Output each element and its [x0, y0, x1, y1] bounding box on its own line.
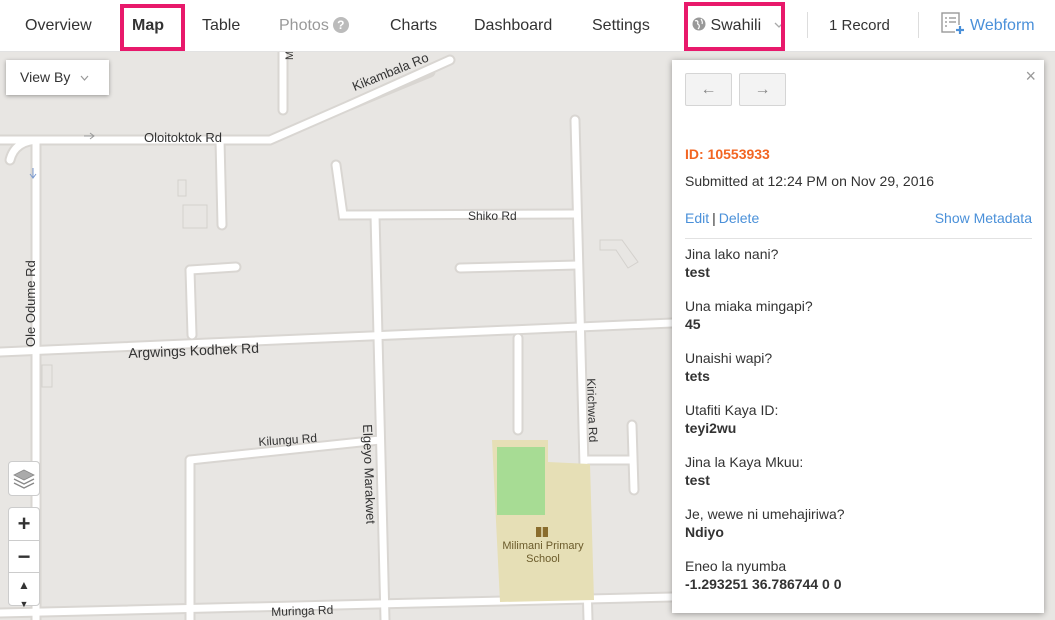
record-field: Jina lako nani? test: [685, 245, 1030, 297]
tab-charts[interactable]: Charts: [390, 0, 437, 51]
top-navigation: Overview Map Table Photos? Charts Dashbo…: [0, 0, 1055, 52]
view-by-label: View By: [20, 69, 71, 85]
field-value: test: [685, 264, 710, 280]
field-label: Utafiti Kaya ID:: [685, 402, 779, 418]
divider: [685, 238, 1032, 239]
zoom-in-button[interactable]: +: [8, 507, 40, 541]
field-value: test: [685, 472, 710, 488]
language-highlight: [684, 2, 785, 51]
record-field: Jina la Kaya Mkuu: test: [685, 453, 1030, 505]
show-metadata-link[interactable]: Show Metadata: [935, 210, 1032, 226]
record-field: Utafiti Kaya ID: teyi2wu: [685, 401, 1030, 453]
record-actions: Edit | Delete: [685, 210, 759, 226]
record-id: ID: 10553933: [685, 146, 770, 162]
record-field: Eneo la nyumba -1.293251 36.786744 0 0: [685, 557, 1030, 609]
webform-label: Webform: [970, 17, 1035, 34]
compass-button[interactable]: ▲ ▼: [8, 572, 40, 609]
record-field: Je, wewe ni umehajiriwa? Ndiyo: [685, 505, 1030, 557]
tab-photos-label: Photos: [279, 17, 329, 34]
edit-link[interactable]: Edit: [685, 210, 709, 226]
tab-settings[interactable]: Settings: [592, 0, 650, 51]
record-field: Unaishi wapi? tets: [685, 349, 1030, 401]
layers-button[interactable]: [8, 461, 40, 496]
field-label: Unaishi wapi?: [685, 350, 773, 366]
record-field: Una miaka mingapi? 45: [685, 297, 1030, 349]
next-record-button[interactable]: →: [739, 73, 786, 106]
arrow-left-icon: ←: [700, 81, 717, 98]
webform-link[interactable]: Webform: [941, 0, 1035, 51]
field-label: Je, wewe ni umehajiriwa?: [685, 506, 845, 522]
tab-photos[interactable]: Photos?: [279, 0, 349, 51]
submitted-timestamp: Submitted at 12:24 PM on Nov 29, 2016: [685, 173, 935, 189]
action-separator: |: [712, 210, 716, 226]
help-icon[interactable]: ?: [332, 17, 349, 33]
field-label: Una miaka mingapi?: [685, 298, 813, 314]
map-tab-highlight: [120, 4, 185, 51]
tab-table[interactable]: Table: [202, 0, 240, 51]
delete-link[interactable]: Delete: [719, 210, 759, 226]
webform-icon: [941, 12, 965, 34]
compass-icon: ▲: [18, 578, 30, 592]
field-label: Jina lako nani?: [685, 246, 779, 262]
chevron-down-icon: [80, 75, 89, 81]
tab-dashboard[interactable]: Dashboard: [474, 0, 552, 51]
arrow-right-icon: →: [754, 81, 771, 98]
zoom-out-button[interactable]: −: [8, 540, 40, 573]
field-value: Ndiyo: [685, 524, 724, 540]
nav-divider: [918, 12, 919, 38]
nav-divider: [807, 12, 808, 38]
view-by-dropdown[interactable]: View By: [6, 60, 109, 95]
field-value: 45: [685, 316, 701, 332]
field-value: teyi2wu: [685, 420, 737, 436]
field-label: Jina la Kaya Mkuu:: [685, 454, 804, 470]
field-value: tets: [685, 368, 710, 384]
close-icon[interactable]: ×: [1025, 66, 1036, 87]
field-label: Eneo la nyumba: [685, 558, 787, 574]
field-value: -1.293251 36.786744 0 0: [685, 576, 842, 592]
record-count: 1 Record: [829, 17, 890, 34]
record-panel: ← → × ID: 10553933 Submitted at 12:24 PM…: [672, 60, 1044, 613]
record-fields: Jina lako nani? test Una miaka mingapi? …: [685, 245, 1030, 609]
layers-icon: [13, 469, 35, 489]
prev-record-button[interactable]: ←: [685, 73, 732, 106]
tab-overview[interactable]: Overview: [25, 0, 92, 51]
